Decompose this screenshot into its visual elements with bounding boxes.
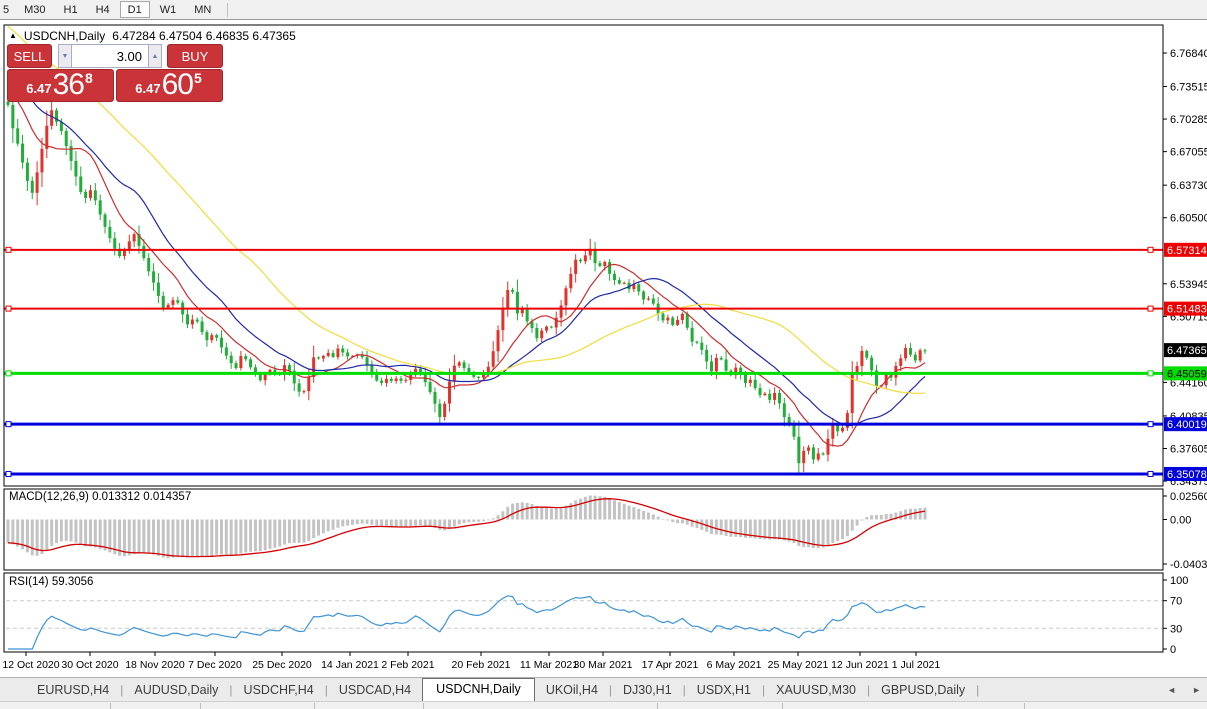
- svg-text:0.00: 0.00: [1170, 515, 1191, 527]
- svg-text:6.51483: 6.51483: [1167, 304, 1207, 316]
- svg-text:6.45059: 6.45059: [1167, 368, 1207, 380]
- svg-text:30: 30: [1170, 623, 1182, 635]
- svg-text:6.53945: 6.53945: [1170, 279, 1207, 291]
- timeframe-w1-button[interactable]: W1: [152, 1, 185, 18]
- svg-text:7 Dec 2020: 7 Dec 2020: [188, 659, 242, 671]
- svg-text:30 Mar 2021: 30 Mar 2021: [574, 659, 633, 671]
- svg-text:1 Jul 2021: 1 Jul 2021: [892, 659, 941, 671]
- sell-button[interactable]: SELL: [7, 44, 52, 68]
- svg-text:6.73515: 6.73515: [1170, 82, 1207, 94]
- svg-text:12 Oct 2020: 12 Oct 2020: [2, 659, 59, 671]
- macd-name: MACD(12,26,9): [9, 491, 89, 503]
- timeframe-toolbar: 5 M30 H1 H4 D1 W1 MN: [0, 0, 1207, 20]
- svg-text:6.57314: 6.57314: [1167, 245, 1207, 257]
- volume-decrease-button[interactable]: ▼: [58, 44, 72, 68]
- collapse-triangle-icon[interactable]: ▲: [9, 32, 17, 40]
- buy-button[interactable]: BUY: [167, 44, 223, 68]
- svg-text:17 Apr 2021: 17 Apr 2021: [642, 659, 699, 671]
- one-click-trading-panel: SELL ▼ ▲ BUY 6.47 36 8 6.47 60 5: [7, 44, 223, 102]
- date-axis: 12 Oct 2020 30 Oct 2020 18 Nov 2020 7 Dec 2…: [2, 652, 940, 671]
- svg-text:11 Mar 2021: 11 Mar 2021: [520, 659, 578, 671]
- buy-price-prefix: 6.47: [135, 81, 161, 96]
- svg-text:18 Nov 2020: 18 Nov 2020: [125, 659, 185, 671]
- price-chart-canvas[interactable]: 6.76840 6.73515 6.70285 6.67055 6.63730 6.605…: [0, 0, 1207, 709]
- rsi-value: 59.3056: [51, 576, 94, 588]
- svg-text:6.60500: 6.60500: [1170, 213, 1207, 225]
- mt4-window: 6.76840 6.73515 6.70285 6.67055 6.63730 6.605…: [0, 0, 1207, 709]
- svg-text:6 May 2021: 6 May 2021: [707, 659, 762, 671]
- svg-text:25 May 2021: 25 May 2021: [768, 659, 829, 671]
- symbol-label: USDCNH,Daily: [23, 29, 106, 43]
- toolbar-separator: [227, 2, 229, 17]
- svg-text:6.67055: 6.67055: [1170, 147, 1207, 159]
- svg-text:25 Dec 2020: 25 Dec 2020: [252, 659, 312, 671]
- sell-price-prefix: 6.47: [26, 81, 52, 96]
- sell-price-big: 36: [52, 68, 85, 102]
- svg-text:100: 100: [1170, 575, 1188, 587]
- buy-price-button[interactable]: 6.47 60 5: [116, 69, 223, 102]
- svg-text:14 Jan 2021: 14 Jan 2021: [321, 659, 379, 671]
- svg-text:6.63730: 6.63730: [1170, 180, 1207, 192]
- timeframe-h1-button[interactable]: H1: [56, 1, 86, 18]
- buy-price-sup: 5: [193, 70, 202, 86]
- timeframe-m5-button[interactable]: 5: [1, 1, 14, 18]
- svg-text:6.47365: 6.47365: [1167, 345, 1207, 357]
- svg-text:30 Oct 2020: 30 Oct 2020: [61, 659, 118, 671]
- svg-text:6.70285: 6.70285: [1170, 114, 1207, 126]
- svg-text:0.025609: 0.025609: [1170, 491, 1207, 503]
- sell-price-sup: 8: [84, 70, 93, 86]
- svg-text:6.40019: 6.40019: [1167, 419, 1207, 431]
- svg-text:6.76840: 6.76840: [1170, 48, 1207, 60]
- rsi-name: RSI(14): [9, 576, 49, 588]
- macd-values: 0.013312 0.014357: [92, 491, 192, 503]
- svg-text:0: 0: [1170, 644, 1176, 656]
- timeframe-h4-button[interactable]: H4: [88, 1, 118, 18]
- timeframe-m30-button[interactable]: M30: [16, 1, 53, 18]
- chart-title-bar: ▲ USDCNH,Daily 6.47284 6.47504 6.46835 6…: [9, 29, 296, 43]
- svg-text:6.37605: 6.37605: [1170, 443, 1207, 455]
- price-axis: 6.76840 6.73515 6.70285 6.67055 6.63730 6.605…: [1163, 48, 1207, 656]
- svg-text:12 Jun 2021: 12 Jun 2021: [831, 659, 889, 671]
- volume-increase-button[interactable]: ▲: [148, 44, 162, 68]
- timeframe-d1-button[interactable]: D1: [119, 1, 150, 18]
- volume-stepper: ▼ ▲: [58, 44, 162, 68]
- svg-text:20 Feb 2021: 20 Feb 2021: [452, 659, 511, 671]
- ohlc-values: 6.47284 6.47504 6.46835 6.47365: [112, 29, 296, 43]
- svg-text:70: 70: [1170, 596, 1182, 608]
- rsi-indicator-label: RSI(14) 59.3056: [9, 576, 93, 588]
- sell-price-button[interactable]: 6.47 36 8: [7, 69, 114, 102]
- timeframe-mn-button[interactable]: MN: [186, 1, 219, 18]
- volume-input[interactable]: [72, 44, 148, 68]
- macd-indicator-label: MACD(12,26,9) 0.013312 0.014357: [9, 491, 191, 503]
- buy-price-big: 60: [161, 68, 194, 102]
- svg-text:-0.040386: -0.040386: [1170, 559, 1207, 571]
- svg-text:6.35078: 6.35078: [1167, 469, 1207, 481]
- svg-text:2 Feb 2021: 2 Feb 2021: [381, 659, 434, 671]
